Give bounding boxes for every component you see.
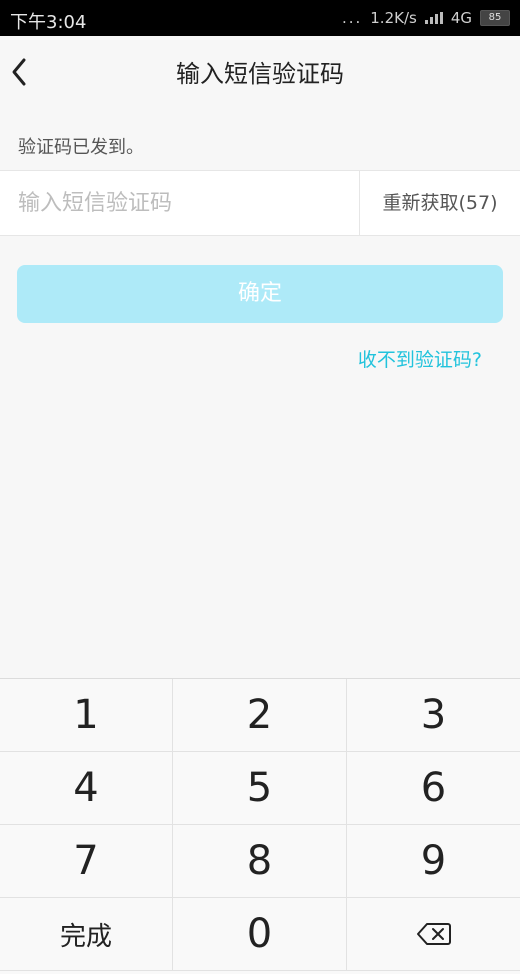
status-right: ... 1.2K/s 4G 85 [342, 9, 510, 27]
key-8[interactable]: 8 [173, 825, 347, 898]
key-done[interactable]: 完成 [0, 898, 173, 971]
numeric-keypad: 1 2 3 4 5 6 7 8 9 完成 0 [0, 678, 520, 974]
no-code-link[interactable]: 收不到验证码? [358, 345, 482, 372]
sent-hint: 验证码已发到。 [18, 137, 144, 158]
status-time: 下午3:04 [10, 12, 87, 33]
key-2[interactable]: 2 [173, 679, 347, 752]
header: 输入短信验证码 [0, 36, 520, 108]
resend-button[interactable]: 重新获取(57) [360, 171, 520, 235]
key-5[interactable]: 5 [173, 752, 347, 825]
key-4[interactable]: 4 [0, 752, 173, 825]
key-9[interactable]: 9 [347, 825, 520, 898]
battery-icon: 85 [480, 10, 510, 26]
key-7[interactable]: 7 [0, 825, 173, 898]
page-title: 输入短信验证码 [176, 60, 344, 88]
key-3[interactable]: 3 [347, 679, 520, 752]
key-1[interactable]: 1 [0, 679, 173, 752]
key-0[interactable]: 0 [173, 898, 347, 971]
network-type: 4G [450, 9, 472, 27]
confirm-button[interactable]: 确定 [17, 265, 503, 323]
key-backspace[interactable] [347, 898, 520, 971]
backspace-icon [416, 923, 451, 945]
status-bar: 下午3:04 ... 1.2K/s 4G 85 [0, 0, 520, 36]
signal-icon [424, 12, 443, 24]
code-input[interactable] [0, 171, 358, 235]
notification-dots: ... [341, 9, 363, 27]
key-6[interactable]: 6 [347, 752, 520, 825]
code-row: 重新获取(57) [0, 170, 520, 236]
network-speed: 1.2K/s [370, 9, 417, 27]
